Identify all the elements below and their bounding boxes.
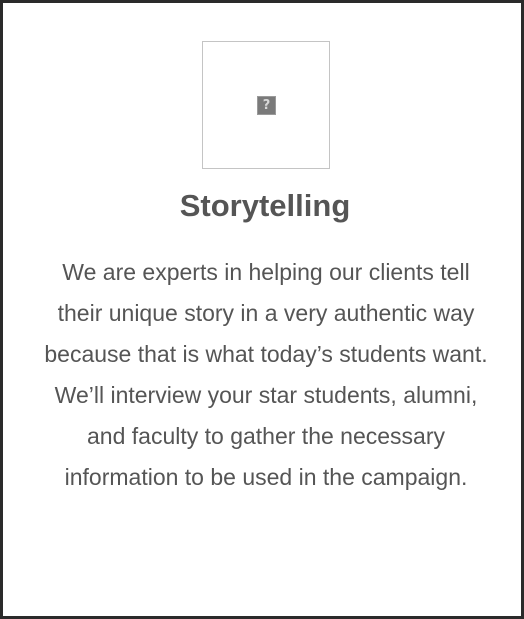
- card-description: We are experts in helping our clients te…: [44, 259, 488, 490]
- card-title: Storytelling: [179, 188, 351, 223]
- service-card: ? Storytelling We are experts in helping…: [0, 0, 524, 619]
- image-placeholder: ?: [202, 41, 330, 169]
- broken-image-icon: ?: [257, 96, 276, 115]
